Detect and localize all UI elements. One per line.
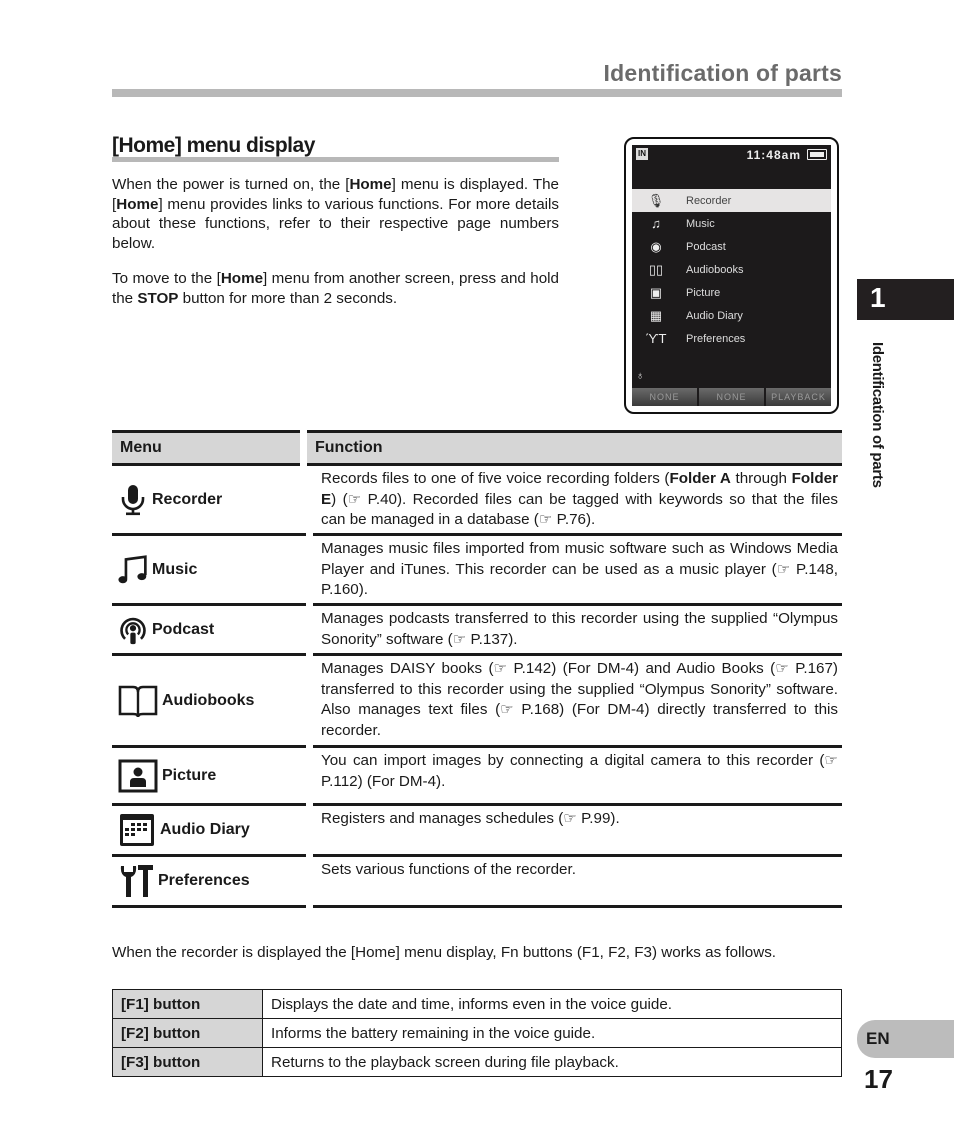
device-menu-item: ◉ Podcast: [632, 235, 831, 258]
chapter-tab: 1: [857, 279, 954, 320]
podcast-icon: ◉: [650, 238, 662, 254]
device-menu-item: ▣ Picture: [632, 281, 831, 304]
language-tab: EN: [857, 1020, 954, 1058]
fn-buttons-table: [F1] button Displays the date and time, …: [112, 989, 842, 1077]
table-row: Picture You can import images by connect…: [112, 748, 842, 806]
menu-cell: Preferences: [112, 857, 306, 908]
device-menu-item: ϓT Preferences: [646, 331, 746, 346]
table-row: Music Manages music files imported from …: [112, 536, 842, 606]
header-rule: [112, 89, 842, 97]
table-row: Audiobooks Manages DAISY books (☞ P.142)…: [112, 656, 842, 748]
table-row: [F1] button Displays the date and time, …: [112, 989, 842, 1019]
function-cell: Manages DAISY books (☞ P.142) (For DM-4)…: [313, 656, 842, 748]
home-shortcut-paragraph: To move to the [Home] menu from another …: [112, 270, 559, 307]
menu-cell: Recorder: [112, 466, 306, 536]
function-cell: You can import images by connecting a di…: [313, 748, 842, 806]
book-icon: ▯▯: [648, 261, 664, 277]
calendar-icon: ▦: [649, 307, 663, 323]
device-f1-label: NONE: [632, 388, 697, 406]
fn-button-description: Displays the date and time, informs even…: [262, 989, 842, 1019]
device-menu-item: ▯▯ Audiobooks: [632, 258, 831, 281]
menu-cell: Music: [112, 536, 306, 606]
table-header-row: Menu Function: [112, 430, 842, 466]
header-menu: Menu: [112, 430, 300, 466]
table-row: Preferences Sets various functions of th…: [112, 857, 842, 908]
table-row: Podcast Manages podcasts transferred to …: [112, 606, 842, 656]
function-cell: Registers and manages schedules (☞ P.99)…: [313, 806, 842, 857]
device-display: IN 11:48am 🎙 Recorder ♫ Music ◉ Podcast ▯▯ A…: [632, 145, 831, 406]
table-row: Recorder Records files to one of five vo…: [112, 466, 842, 536]
fn-buttons-intro: When the recorder is displayed the [Home…: [112, 944, 777, 961]
device-clock: 11:48am: [746, 148, 801, 162]
device-f2-label: NONE: [699, 388, 764, 406]
function-cell: Records files to one of five voice recor…: [313, 466, 842, 536]
device-f3-label: PLAYBACK: [766, 388, 831, 406]
device-menu-item: ▦ Audio Diary: [632, 304, 831, 327]
fn-button-name: [F1] button: [112, 989, 263, 1019]
fn-button-name: [F2] button: [112, 1018, 263, 1048]
input-indicator: IN: [636, 148, 648, 160]
header-function: Function: [307, 430, 842, 466]
device-home-menu: 🎙 Recorder ♫ Music ◉ Podcast ▯▯ Audiobooks ▣…: [632, 189, 831, 350]
music-note-icon: [118, 553, 148, 587]
table-row: [F2] button Informs the battery remainin…: [112, 1018, 842, 1048]
mic-icon: [118, 483, 148, 517]
function-cell: Sets various functions of the recorder.: [313, 857, 842, 908]
device-screen-illustration: IN 11:48am 🎙 Recorder ♫ Music ◉ Podcast ▯▯ A…: [624, 137, 839, 414]
fn-button-name: [F3] button: [112, 1047, 263, 1077]
battery-icon: [807, 149, 827, 160]
section-title: [Home] menu display: [112, 134, 315, 157]
menu-cell: Podcast: [112, 606, 306, 656]
picture-icon: [118, 759, 158, 793]
menu-function-table: Menu Function Recorder Records files to …: [112, 430, 842, 908]
chapter-side-label: Identification of parts: [869, 342, 886, 488]
menu-cell: Picture: [112, 748, 306, 806]
section-title-underline: [112, 157, 559, 162]
tools-icon: [118, 864, 154, 898]
device-status-bar: IN 11:48am: [636, 148, 827, 164]
page-number: 17: [864, 1064, 893, 1094]
picture-icon: ▣: [649, 284, 663, 300]
chapter-number: 1: [870, 282, 886, 313]
device-menu-item: ♫ Music: [632, 212, 831, 235]
mic-sensitivity-icon: ♁: [636, 370, 645, 382]
function-cell: Manages music files imported from music …: [313, 536, 842, 606]
function-cell: Manages podcasts transferred to this rec…: [313, 606, 842, 656]
page-header-title: Identification of parts: [603, 60, 842, 86]
calendar-icon: [118, 813, 156, 847]
device-fn-bar: NONE NONE PLAYBACK: [632, 388, 831, 406]
menu-cell: Audio Diary: [112, 806, 306, 857]
mic-icon: 🎙: [647, 192, 665, 208]
fn-button-description: Informs the battery remaining in the voi…: [262, 1018, 842, 1048]
menu-cell: Audiobooks: [112, 656, 306, 748]
book-icon: [118, 684, 158, 718]
podcast-icon: [118, 613, 148, 647]
device-menu-item: 🎙 Recorder: [632, 189, 831, 212]
music-note-icon: ♫: [651, 216, 661, 231]
intro-paragraph: When the power is turned on, the [Home] …: [112, 176, 559, 252]
table-row: Audio Diary Registers and manages schedu…: [112, 806, 842, 857]
language-label: EN: [866, 1029, 890, 1048]
fn-button-description: Returns to the playback screen during fi…: [262, 1047, 842, 1077]
table-row: [F3] button Returns to the playback scre…: [112, 1047, 842, 1077]
tools-icon: ϓT: [646, 331, 667, 346]
